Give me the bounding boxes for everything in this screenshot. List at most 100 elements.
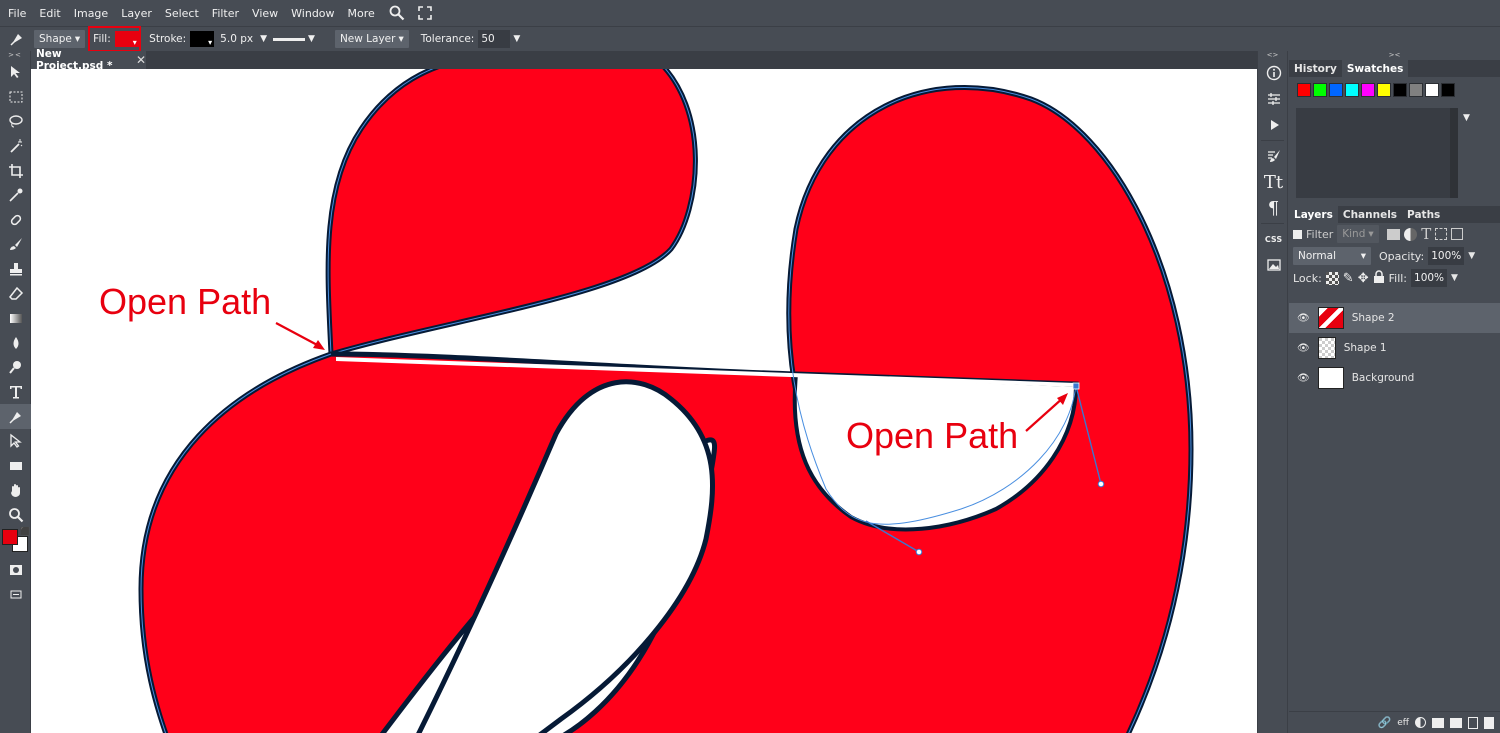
lock-brush-icon[interactable]: ✎ — [1343, 271, 1354, 286]
filter-text-icon[interactable]: T — [1421, 225, 1431, 243]
eye-icon[interactable]: 👁 — [1297, 343, 1310, 354]
play-actions-icon[interactable] — [1258, 112, 1289, 138]
swatch-color[interactable] — [1361, 83, 1375, 97]
menu-file[interactable]: File — [8, 7, 26, 20]
paragraph-icon[interactable]: ¶ — [1258, 195, 1289, 221]
stroke-width-value[interactable]: 5.0 px — [220, 33, 253, 45]
swatch-color[interactable] — [1393, 83, 1407, 97]
filter-adjust-icon[interactable] — [1404, 227, 1418, 241]
layer-row-shape2[interactable]: 👁 Shape 2 — [1289, 303, 1500, 333]
delete-layer-icon[interactable] — [1484, 716, 1494, 729]
swatch-color[interactable] — [1329, 83, 1343, 97]
tolerance-arrow[interactable]: ▼ — [513, 34, 520, 44]
shape-mode-dropdown[interactable]: Shape ▾ — [34, 30, 86, 48]
eraser-tool-icon[interactable] — [0, 281, 31, 306]
stroke-width-arrow[interactable]: ▼ — [260, 34, 267, 44]
tab-paths[interactable]: Paths — [1402, 206, 1445, 223]
eye-icon[interactable]: 👁 — [1297, 373, 1310, 384]
swatch-color[interactable] — [1441, 83, 1455, 97]
rectangle-tool-icon[interactable] — [0, 454, 31, 479]
swatch-scrollbar[interactable] — [1450, 108, 1458, 198]
tolerance-input[interactable]: 50 — [478, 30, 511, 48]
expand-arrows-icon[interactable]: <> — [1258, 51, 1287, 60]
opacity-arrow[interactable]: ▼ — [1468, 251, 1475, 261]
filter-image-icon[interactable] — [1387, 228, 1401, 240]
swatch-color[interactable] — [1313, 83, 1327, 97]
screen-mode-icon[interactable] — [0, 582, 31, 607]
color-swatches-icon[interactable]: ⬛ — [0, 527, 31, 557]
new-layer-dropdown[interactable]: New Layer ▾ — [334, 30, 409, 48]
fullscreen-icon[interactable] — [416, 4, 434, 22]
path-select-icon[interactable] — [0, 429, 31, 454]
tab-channels[interactable]: Channels — [1338, 206, 1402, 223]
filter-smart-icon[interactable] — [1451, 228, 1464, 240]
text-tool-icon[interactable] — [0, 380, 31, 405]
image-icon[interactable] — [1258, 252, 1289, 278]
menu-filter[interactable]: Filter — [212, 7, 239, 20]
new-layer-icon[interactable] — [1468, 716, 1478, 729]
close-icon[interactable]: ✕ — [136, 53, 146, 67]
layer-row-background[interactable]: 👁 Background — [1289, 363, 1500, 393]
collapse-arrows-icon[interactable]: >< — [0, 51, 30, 60]
dodge-tool-icon[interactable] — [0, 355, 31, 380]
swatch-color[interactable] — [1409, 83, 1423, 97]
swatch-menu-arrow[interactable]: ▼ — [1463, 113, 1470, 123]
menu-select[interactable]: Select — [165, 7, 199, 20]
layer-fill-input[interactable]: 100% — [1411, 269, 1448, 287]
kind-dropdown[interactable]: Kind ▾ — [1337, 225, 1380, 243]
hand-tool-icon[interactable] — [0, 478, 31, 503]
pen-tool-icon[interactable] — [0, 404, 31, 429]
canvas[interactable]: Open Path Open Path — [31, 69, 1257, 733]
menu-layer[interactable]: Layer — [121, 7, 152, 20]
collapse-panel-icon[interactable]: >< — [1289, 51, 1500, 60]
brush-tool-icon[interactable] — [0, 232, 31, 257]
adjustment-layer-icon[interactable] — [1415, 717, 1426, 728]
lock-move-icon[interactable]: ✥ — [1358, 271, 1369, 286]
lock-transparency-icon[interactable] — [1325, 271, 1339, 285]
filter-shape-icon[interactable] — [1435, 228, 1448, 240]
stamp-tool-icon[interactable] — [0, 257, 31, 282]
info-icon[interactable] — [1258, 60, 1289, 86]
layer-fill-arrow[interactable]: ▼ — [1451, 273, 1458, 283]
swatch-color[interactable] — [1425, 83, 1439, 97]
magic-wand-icon[interactable] — [0, 134, 31, 159]
mask-icon[interactable] — [1432, 717, 1444, 728]
layer-row-shape1[interactable]: 👁 Shape 1 — [1289, 333, 1500, 363]
quick-mask-icon[interactable] — [0, 557, 31, 582]
stroke-style-selector[interactable]: ▼ — [273, 34, 321, 44]
adjustments-icon[interactable] — [1258, 86, 1289, 112]
blend-mode-dropdown[interactable]: Normal ▾ — [1293, 247, 1371, 265]
tab-layers[interactable]: Layers — [1289, 206, 1338, 223]
effects-button[interactable]: eff — [1397, 718, 1409, 728]
menu-edit[interactable]: Edit — [39, 7, 60, 20]
brush-settings-icon[interactable] — [1258, 143, 1289, 169]
menu-image[interactable]: Image — [74, 7, 108, 20]
blur-tool-icon[interactable] — [0, 331, 31, 356]
eye-icon[interactable]: 👁 — [1297, 313, 1310, 324]
swatch-color[interactable] — [1297, 83, 1311, 97]
zoom-tool-icon[interactable] — [0, 503, 31, 528]
search-icon[interactable] — [388, 4, 406, 22]
lock-all-icon[interactable] — [1373, 269, 1385, 287]
folder-icon[interactable] — [1450, 717, 1462, 728]
menu-more[interactable]: More — [348, 7, 375, 20]
menu-view[interactable]: View — [252, 7, 278, 20]
character-icon[interactable]: Tt — [1258, 169, 1289, 195]
swatch-color[interactable] — [1377, 83, 1391, 97]
tab-swatches[interactable]: Swatches — [1341, 60, 1409, 77]
marquee-tool-icon[interactable] — [0, 85, 31, 110]
healing-brush-icon[interactable] — [0, 208, 31, 233]
css-icon[interactable]: CSS — [1258, 226, 1289, 252]
opacity-input[interactable]: 100% — [1428, 247, 1465, 265]
gradient-tool-icon[interactable] — [0, 306, 31, 331]
crop-tool-icon[interactable] — [0, 158, 31, 183]
link-layers-icon[interactable]: 🔗 — [1378, 716, 1392, 729]
move-tool-icon[interactable] — [0, 60, 31, 85]
menu-window[interactable]: Window — [291, 7, 334, 20]
filter-checkbox[interactable] — [1293, 229, 1302, 239]
swatch-color[interactable] — [1345, 83, 1359, 97]
document-tab[interactable]: New Project.psd * ✕ — [31, 48, 146, 72]
tab-history[interactable]: History — [1289, 60, 1342, 77]
eyedropper-icon[interactable] — [0, 183, 31, 208]
lasso-tool-icon[interactable] — [0, 109, 31, 134]
